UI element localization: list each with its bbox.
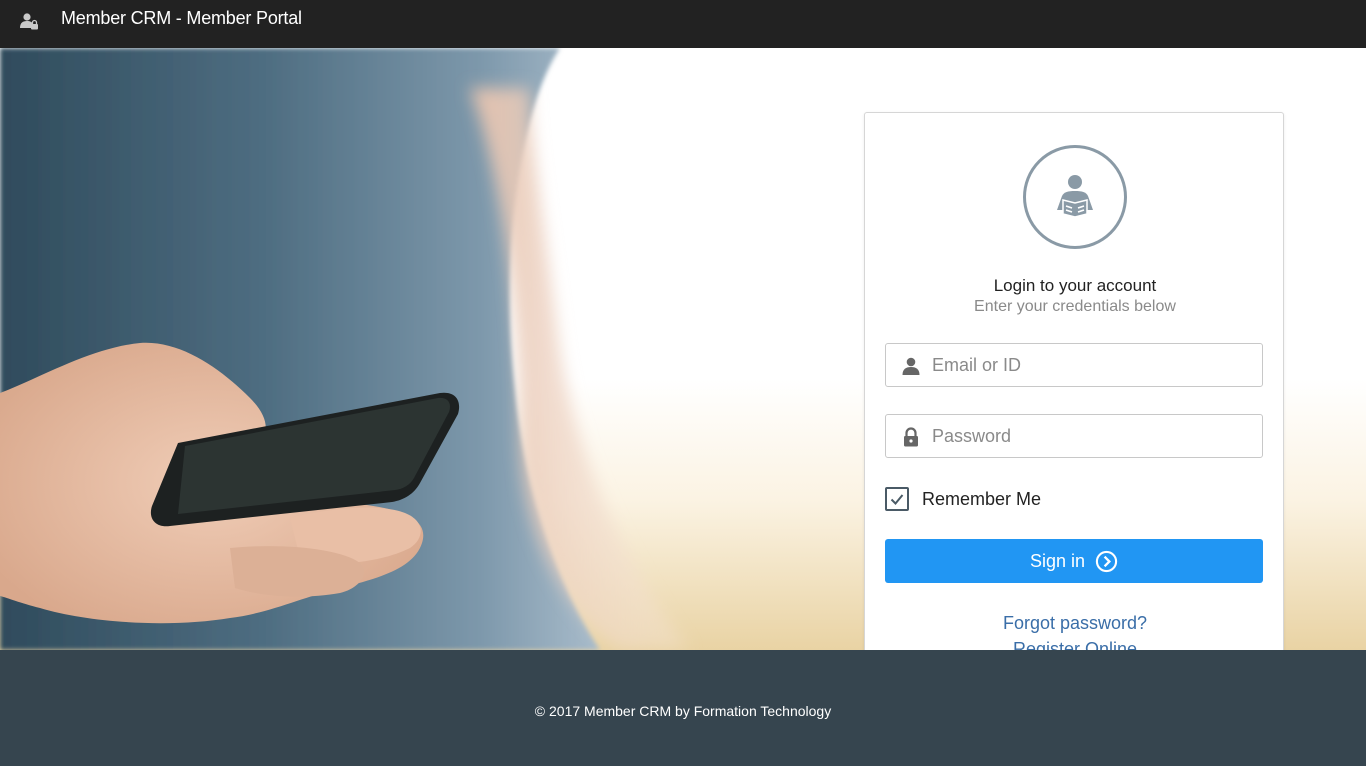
chevron-circle-right-icon	[1095, 550, 1118, 572]
sign-in-label: Sign in	[1029, 550, 1086, 571]
forgot-password-link[interactable]: Forgot password?	[865, 613, 1285, 634]
sign-in-button[interactable]: Sign in	[885, 539, 1263, 583]
top-navbar: Member CRM - Member Portal	[0, 0, 1366, 48]
register-online-link[interactable]: Register Online	[865, 639, 1285, 650]
remember-me[interactable]: Remember Me	[885, 487, 1041, 511]
checkmark-icon	[890, 494, 904, 505]
login-title: Login to your account	[993, 276, 1157, 295]
reader-icon	[1057, 175, 1093, 218]
remember-me-label: Remember Me	[922, 488, 1042, 509]
copyright-text: © 2017 Member CRM by Formation Technolog…	[534, 703, 832, 719]
remember-me-checkbox[interactable]	[885, 487, 909, 511]
lock-icon	[902, 427, 920, 447]
password-input[interactable]	[932, 415, 1252, 457]
avatar	[1023, 145, 1127, 249]
hero-section: Login to your account Enter your credent…	[0, 48, 1366, 650]
login-subtitle: Enter your credentials below	[974, 298, 1176, 315]
app-title: Member CRM - Member Portal	[61, 8, 302, 28]
email-field[interactable]	[885, 343, 1263, 387]
login-card: Login to your account Enter your credent…	[864, 112, 1284, 650]
footer: © 2017 Member CRM by Formation Technolog…	[0, 650, 1366, 766]
email-input[interactable]	[932, 344, 1252, 386]
user-icon	[902, 356, 920, 376]
user-lock-icon	[19, 11, 39, 31]
password-field[interactable]	[885, 414, 1263, 458]
